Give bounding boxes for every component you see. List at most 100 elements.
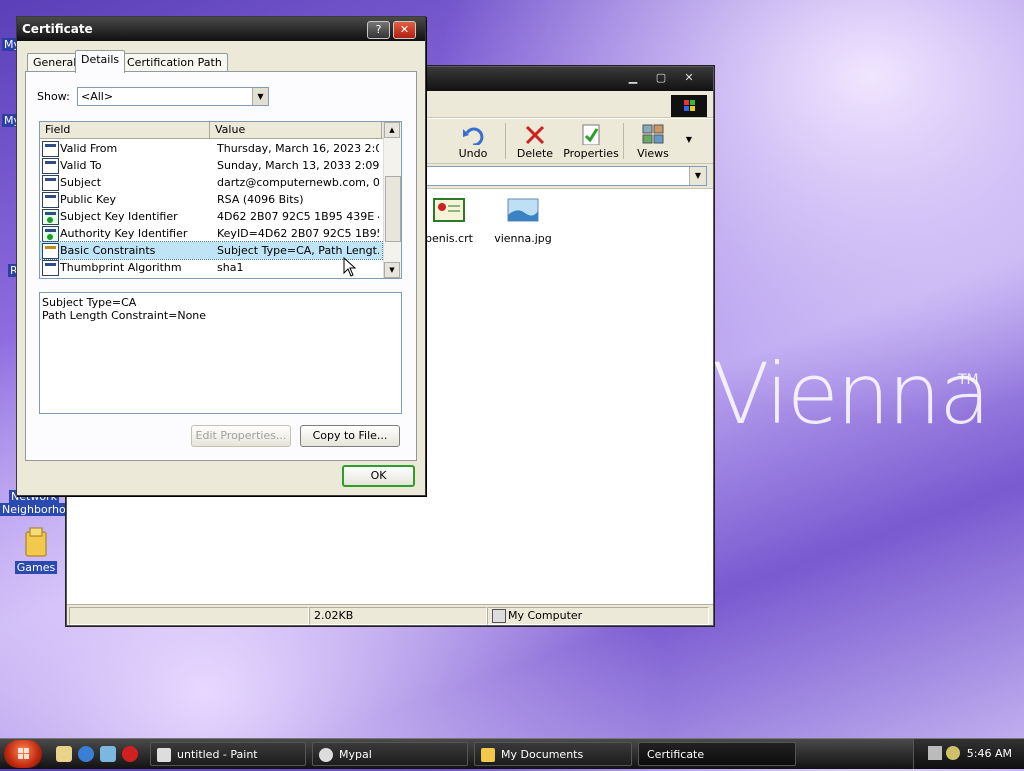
system-tray: 5:46 AM (913, 739, 1024, 769)
task-my-documents[interactable]: My Documents (474, 742, 632, 766)
maximize-icon[interactable]: ▢ (653, 71, 669, 85)
table-row[interactable]: Subject Key Identifier 4D62 2B07 92C5 1B… (40, 208, 382, 225)
properties-button[interactable]: Properties (563, 119, 619, 163)
certificate-file-icon (433, 198, 465, 222)
status-zone-label: My Computer (508, 609, 583, 622)
quicklaunch-show-desktop-icon[interactable] (56, 746, 72, 762)
cert-extension-icon (42, 209, 59, 225)
help-button[interactable]: ? (367, 21, 390, 39)
minimize-icon[interactable]: ▁ (625, 71, 641, 85)
properties-label: Properties (563, 147, 619, 160)
table-row[interactable]: Valid To Sunday, March 13, 2033 2:09:... (40, 157, 382, 174)
delete-icon (525, 125, 545, 145)
cert-field-icon (42, 192, 59, 208)
mypal-icon (319, 748, 333, 762)
list-scrollbar[interactable]: ▲ ▼ (383, 122, 401, 278)
wallpaper-brand: Vienna (712, 345, 991, 443)
quicklaunch-outlook-express-icon[interactable] (100, 746, 116, 762)
file-name: vienna.jpg (494, 232, 552, 245)
windows-logo-icon (671, 95, 707, 117)
delete-label: Delete (516, 147, 554, 160)
file-item[interactable]: vienna.jpg (493, 195, 553, 245)
ok-button[interactable]: OK (342, 465, 415, 487)
views-button[interactable]: Views (629, 119, 677, 163)
quicklaunch-internet-explorer-icon[interactable] (78, 746, 94, 762)
undo-icon (463, 127, 484, 145)
wallpaper-trademark: TM (958, 372, 979, 388)
row-field: Valid From (60, 142, 118, 155)
row-field: Authority Key Identifier (60, 227, 188, 240)
show-label: Show: (37, 90, 70, 103)
task-label: My Documents (501, 748, 584, 761)
table-row[interactable]: Valid From Thursday, March 16, 2023 2:0.… (40, 140, 382, 157)
paint-icon (157, 748, 171, 762)
views-label: Views (637, 147, 669, 160)
row-value: 4D62 2B07 92C5 1B95 439E 4... (217, 210, 379, 223)
row-field: Thumbprint Algorithm (60, 261, 182, 274)
task-label: Mypal (339, 748, 372, 761)
table-row[interactable]: Authority Key Identifier KeyID=4D62 2B07… (40, 225, 382, 242)
scroll-thumb[interactable] (385, 176, 401, 242)
status-cell-empty (69, 607, 309, 625)
task-label: Certificate (647, 748, 705, 761)
toolbar-separator (623, 123, 624, 159)
task-mypal[interactable]: Mypal (312, 742, 468, 766)
tab-details[interactable]: Details (75, 50, 126, 73)
show-select[interactable]: <All> ▼ (77, 87, 269, 106)
row-value: dartz@computernewb.com, 0... (217, 176, 379, 189)
task-certificate[interactable]: Certificate (638, 742, 796, 766)
table-row[interactable]: Subject dartz@computernewb.com, 0... (40, 174, 382, 191)
close-icon[interactable]: ✕ (681, 71, 697, 85)
copy-to-file-button[interactable]: Copy to File... (300, 425, 400, 447)
row-field: Subject Key Identifier (60, 210, 178, 223)
certificate-dialog[interactable]: Certificate ? ✕ General Details Certific… (16, 16, 426, 496)
folder-icon (25, 527, 47, 557)
list-header: Field Value (40, 122, 383, 139)
views-dropdown-button[interactable]: ▼ (679, 119, 699, 163)
delete-button[interactable]: Delete (511, 119, 559, 163)
toolbar-separator (505, 123, 506, 159)
status-size: 2.02KB (309, 607, 487, 625)
row-field: Basic Constraints (60, 244, 156, 257)
detail-line: Subject Type=CA (42, 296, 137, 309)
edit-properties-button[interactable]: Edit Properties... (191, 425, 291, 447)
field-detail-box[interactable]: Subject Type=CA Path Length Constraint=N… (39, 292, 402, 414)
task-paint[interactable]: untitled - Paint (150, 742, 306, 766)
column-header-value[interactable]: Value (210, 122, 382, 138)
file-name: penis.crt (425, 232, 473, 245)
row-field: Subject (60, 176, 102, 189)
cert-extension-icon (42, 226, 59, 242)
file-item[interactable]: penis.crt (419, 195, 479, 245)
row-value: KeyID=4D62 2B07 92C5 1B95 ... (217, 227, 379, 240)
computer-icon (492, 609, 506, 623)
detail-line: Path Length Constraint=None (42, 309, 207, 322)
table-row-selected[interactable]: Basic Constraints Subject Type=CA, Path … (40, 241, 383, 260)
clock[interactable]: 5:46 AM (967, 747, 1012, 760)
chevron-down-icon[interactable]: ▼ (689, 167, 706, 185)
quicklaunch-opera-icon[interactable] (122, 746, 138, 762)
tab-certification-path[interactable]: Certification Path (121, 53, 228, 72)
dialog-titlebar[interactable]: Certificate ? ✕ (17, 17, 425, 41)
cert-critical-extension-icon (42, 243, 59, 259)
taskbar: untitled - Paint Mypal My Documents Cert… (0, 738, 1024, 769)
desktop-icon-label: Games (14, 561, 58, 574)
scroll-up-icon[interactable]: ▲ (384, 122, 400, 138)
cert-field-icon (42, 175, 59, 191)
table-row[interactable]: Public Key RSA (4096 Bits) (40, 191, 382, 208)
network-icon[interactable] (928, 746, 942, 760)
views-icon (642, 124, 664, 144)
start-button[interactable] (4, 740, 42, 768)
column-header-field[interactable]: Field (40, 122, 210, 138)
desktop-icon-games[interactable]: Games (10, 526, 62, 574)
table-row[interactable]: Thumbprint Algorithm sha1 (40, 259, 382, 276)
scroll-down-icon[interactable]: ▼ (384, 262, 400, 278)
close-button[interactable]: ✕ (393, 21, 416, 39)
folder-icon (481, 748, 495, 762)
windows-logo-icon (18, 748, 29, 759)
dialog-title: Certificate (22, 22, 93, 36)
volume-icon[interactable] (946, 746, 960, 760)
field-list[interactable]: Field Value Valid From Thursday, March 1… (39, 121, 402, 279)
row-value: RSA (4096 Bits) (217, 193, 304, 206)
chevron-down-icon[interactable]: ▼ (252, 88, 268, 105)
undo-button[interactable]: Undo (447, 119, 499, 163)
